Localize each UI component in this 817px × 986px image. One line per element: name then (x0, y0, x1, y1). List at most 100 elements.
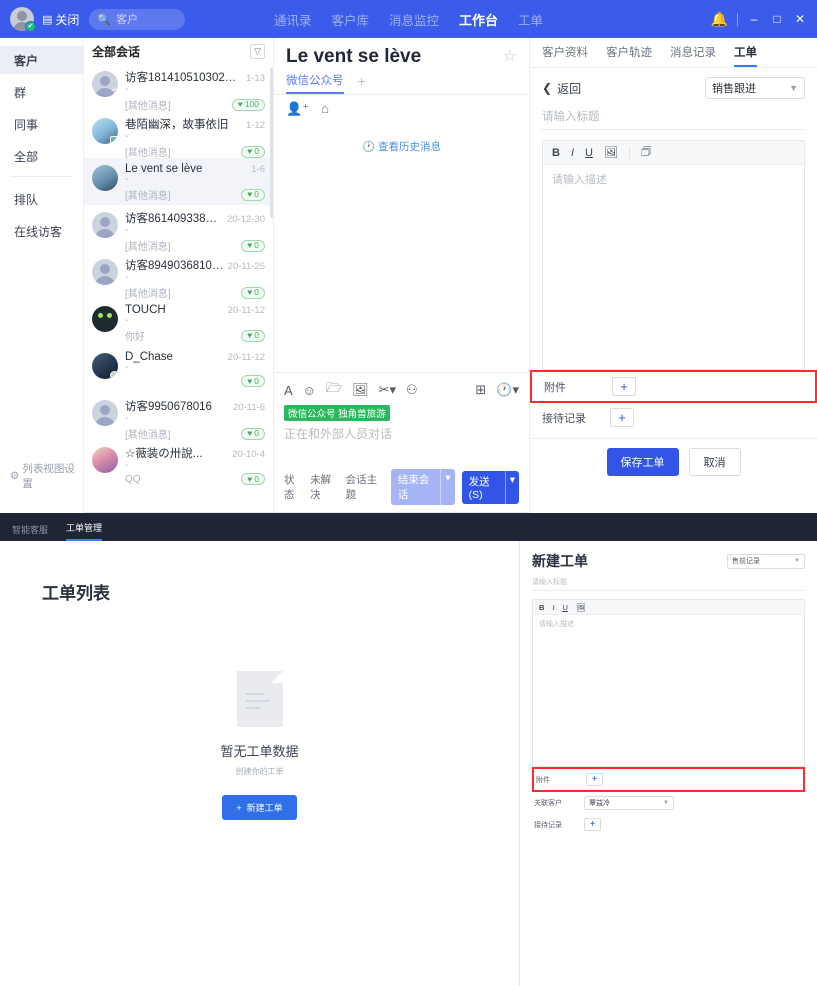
add-tab-button[interactable]: + (358, 73, 366, 93)
avatar (92, 118, 118, 144)
ticket-description-input[interactable]: 请输入描述 (543, 165, 804, 369)
image-icon[interactable]: 🖼 (604, 146, 618, 159)
file-icon[interactable]: 🗁 (326, 379, 342, 401)
ticket-title-input[interactable]: 请输入标题 (542, 108, 805, 130)
chevron-down-icon[interactable]: ▾ (440, 469, 454, 505)
attachment-label: 附件 (536, 776, 550, 784)
list-item[interactable]: TOUCH 20-11-12 - 你好 ♥ 0 (84, 299, 273, 346)
sidebar-item-queue[interactable]: 排队 (0, 185, 83, 213)
nav-contacts[interactable]: 通讯录 (274, 10, 312, 29)
tab-customer-track[interactable]: 客户轨迹 (606, 44, 652, 67)
underline-icon[interactable]: U (585, 147, 593, 159)
add-attachment-button[interactable]: + (586, 773, 603, 786)
list-item-subtitle: - (125, 131, 129, 142)
ticket-type-select[interactable]: 销售跟进 ▼ (705, 77, 805, 99)
list-item-subtitle: - (125, 315, 129, 326)
end-session-button[interactable]: 结束会话 ▾ (390, 469, 455, 505)
list-item-footer: [其他消息] ♥ 0 (125, 144, 265, 159)
save-ticket-button[interactable]: 保存工单 (606, 448, 679, 476)
bold-icon[interactable]: B (539, 603, 544, 612)
nav-tickets[interactable]: 工单 (518, 10, 543, 29)
ticket-type-select[interactable]: 售前记录 ▼ (727, 553, 805, 569)
cancel-button[interactable]: 取消 (688, 448, 741, 476)
tab-ticket-management[interactable]: 工单管理 (66, 521, 103, 541)
view-history-label: 查看历史消息 (378, 141, 441, 153)
add-reception-record-button[interactable]: + (584, 818, 601, 831)
conversation-list[interactable]: 访客181410510302078 1-13 - [其他消息] ♥ 100 巷陌… (84, 64, 273, 513)
back-button[interactable]: ❮ 返回 (542, 80, 581, 97)
maximize-button[interactable]: □ (770, 12, 784, 26)
list-item[interactable]: 访客894903681059... 20-11-25 - [其他消息] ♥ 0 (84, 252, 273, 300)
emoji-icon[interactable]: ☺ (303, 383, 316, 398)
ticket-title-input[interactable]: 请输入标题 (532, 577, 805, 591)
list-item-selected[interactable]: Le vent se lève 1-6 - [其他消息] ♥ 0 (84, 158, 273, 205)
history-icon[interactable]: 🕐▾ (496, 382, 519, 398)
list-item[interactable]: 巷陌幽深，故事依旧 1-12 - [其他消息] ♥ 0 (84, 111, 273, 159)
scissors-icon[interactable]: ✂▾ (379, 382, 396, 398)
filter-icon[interactable]: ▽ (250, 43, 265, 59)
sidebar-item-colleague[interactable]: 同事 (0, 110, 83, 138)
tab-smart-service[interactable]: 智能客服 (12, 523, 48, 541)
sidebar-item-online-visitors[interactable]: 在线访客 (0, 217, 83, 245)
topic-label[interactable]: 会话主题 (346, 472, 384, 502)
ticket-description-editor: B I U 🖼 请输入描述 (532, 599, 805, 767)
sidebar-item-customer[interactable]: 客户 (0, 46, 83, 74)
list-item[interactable]: ☆薇装の卅說... 20-10-4 - QQ ♥ 0 (84, 440, 273, 487)
underline-icon[interactable]: U (563, 603, 568, 612)
chevron-down-icon[interactable]: ▾ (504, 470, 519, 504)
image-icon[interactable]: 🖼 (576, 603, 586, 612)
search-input[interactable]: 🔍 客户 (89, 8, 186, 30)
message-input[interactable]: 微信公众号 独角兽旅游 正在和外部人员对话 (274, 401, 529, 463)
image-icon[interactable]: 🖼 (352, 382, 369, 398)
list-item-header: 访客861409338584... 20-12-30 (125, 210, 265, 226)
tab-wechat-official[interactable]: 微信公众号 (286, 72, 344, 94)
add-reception-record-button[interactable]: + (610, 408, 634, 427)
sidebar-item-all[interactable]: 全部 (0, 142, 83, 170)
list-view-settings-button[interactable]: ⚙ 列表视图设置 (10, 461, 83, 491)
list-item-header: ☆薇装の卅說... 20-10-4 (125, 445, 265, 461)
font-icon[interactable]: A (284, 383, 293, 398)
associated-customer-select[interactable]: 覃益冷 ▼ (584, 796, 674, 810)
conversation-scrollbar[interactable] (270, 68, 273, 218)
at-user-icon[interactable]: ⚇ (406, 382, 418, 398)
back-label: 返回 (557, 81, 582, 96)
italic-icon[interactable]: I (552, 603, 554, 612)
add-attachment-button[interactable]: + (612, 377, 636, 396)
list-item[interactable]: 访客9950678016 20-11-6 - [其他消息] ♥ 0 (84, 393, 273, 441)
list-item-time: 20-11-6 (232, 402, 265, 413)
chevron-left-icon: ❮ (542, 81, 553, 95)
status-badge: ♥ 0 (241, 145, 265, 158)
tab-ticket[interactable]: 工单 (734, 44, 757, 67)
view-history-link[interactable]: 🕐 查看历史消息 (274, 139, 529, 154)
list-item[interactable]: D_Chase 20-11-12 - ♥ 0 (84, 346, 273, 393)
nav-workbench[interactable]: 工作台 (459, 10, 498, 29)
list-item-time: 20-10-4 (232, 449, 265, 460)
template-icon[interactable]: 🗇 (641, 143, 651, 162)
home-block-icon[interactable]: ⌂ (321, 101, 329, 117)
create-ticket-button[interactable]: + 新建工单 (222, 795, 297, 820)
add-contact-icon[interactable]: 👤⁺ (286, 101, 309, 117)
list-item-time: 20-11-12 (227, 305, 265, 316)
user-avatar[interactable]: ✔ (10, 7, 36, 32)
close-window-button[interactable]: ✕ (793, 12, 807, 26)
send-button[interactable]: 发送(S) ▾ (461, 470, 520, 504)
bold-icon[interactable]: B (552, 147, 560, 159)
italic-icon[interactable]: I (571, 147, 574, 159)
nav-message-monitor[interactable]: 消息监控 (389, 10, 439, 29)
list-item-name: 访客894903681059... (125, 260, 224, 272)
minimize-button[interactable]: – (747, 12, 761, 26)
star-icon[interactable]: ☆ (503, 46, 517, 66)
list-item[interactable]: 访客861409338584... 20-12-30 - [其他消息] ♥0 (84, 205, 273, 253)
sidebar-item-group[interactable]: 群 (0, 78, 83, 106)
associated-customer-value: 覃益冷 (589, 800, 610, 807)
nav-customer-db[interactable]: 客户库 (331, 10, 369, 29)
quick-reply-icon[interactable]: ⊞ (475, 382, 486, 398)
tab-message-log[interactable]: 消息记录 (670, 44, 716, 67)
bell-icon[interactable]: 🔔 (711, 11, 728, 28)
close-status-button[interactable]: ▤ 关闭 (42, 11, 79, 28)
status-value[interactable]: 未解决 (310, 472, 339, 502)
tab-customer-profile[interactable]: 客户资料 (542, 44, 588, 67)
list-item-time: 20-11-12 (227, 352, 265, 363)
ticket-description-input[interactable]: 请输入描述 (533, 615, 804, 766)
list-item[interactable]: 访客181410510302078 1-13 - [其他消息] ♥ 100 (84, 64, 273, 112)
